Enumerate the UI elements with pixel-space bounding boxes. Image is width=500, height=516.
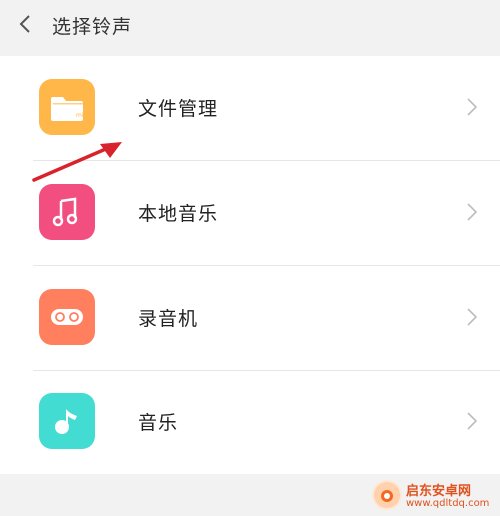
chevron-right-icon	[467, 412, 478, 430]
list-item-label: 文件管理	[138, 98, 219, 120]
list-item-recorder[interactable]: 录音机	[0, 266, 500, 370]
chevron-right-icon	[467, 203, 478, 221]
top-bar: 选择铃声	[0, 0, 500, 52]
watermark: 启东安卓网 www.qdltdq.com	[372, 476, 500, 516]
annotation-arrow-icon	[32, 142, 122, 182]
list-item-music[interactable]: 音乐	[0, 370, 500, 474]
list-item-label: 音乐	[138, 412, 179, 434]
back-arrow-icon[interactable]	[14, 12, 38, 36]
svg-text:mi: mi	[76, 112, 84, 119]
folder-icon: mi	[39, 79, 95, 135]
music-app-icon	[39, 393, 95, 449]
list-item-label: 录音机	[138, 308, 199, 330]
watermark-logo-icon	[372, 480, 402, 510]
recorder-icon	[39, 289, 95, 345]
music-note-icon	[39, 184, 95, 240]
chevron-right-icon	[467, 98, 478, 116]
watermark-url: www.qdltdq.com	[406, 498, 490, 509]
watermark-text: 启东安卓网	[406, 484, 472, 499]
ringtone-source-list: mi 文件管理 本地音乐 录音机 音乐	[0, 56, 500, 474]
list-item-label: 本地音乐	[138, 203, 219, 225]
chevron-right-icon	[467, 308, 478, 326]
page-title: 选择铃声	[52, 16, 133, 38]
